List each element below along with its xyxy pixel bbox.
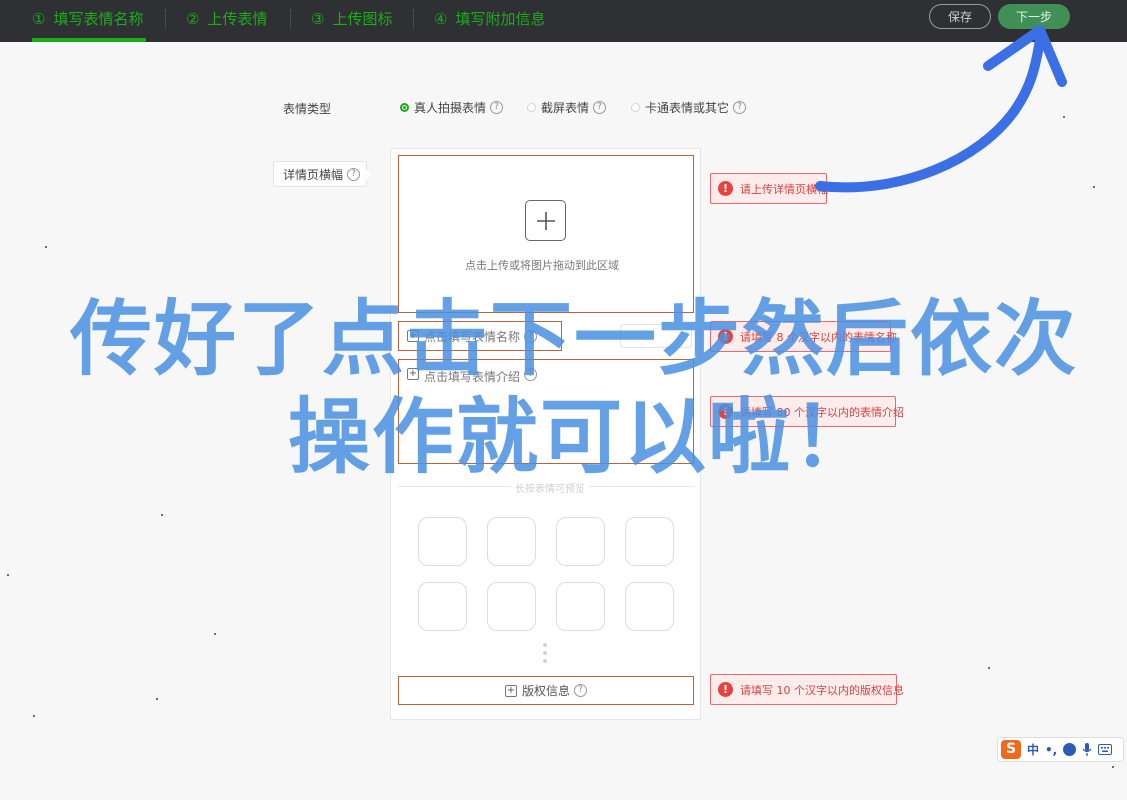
upload-hint: 点击上传或将图片拖动到此区域 bbox=[465, 259, 619, 272]
sticker-placeholder bbox=[625, 582, 674, 631]
speck bbox=[1093, 186, 1095, 188]
plus-icon bbox=[536, 211, 555, 230]
more-dots-icon bbox=[543, 643, 547, 663]
ime-mode[interactable]: 中 bbox=[1027, 741, 1039, 758]
radio-dot bbox=[400, 103, 409, 112]
radio-screenshot[interactable]: 截屏表情 ? bbox=[527, 99, 607, 116]
sticker-placeholder bbox=[487, 582, 536, 631]
radio-real-person[interactable]: 真人拍摄表情 ? bbox=[400, 99, 504, 116]
keyboard-icon[interactable] bbox=[1098, 744, 1113, 755]
step-upload-icon[interactable]: ③ 上传图标 bbox=[311, 0, 392, 42]
speck bbox=[7, 574, 9, 576]
next-step-button[interactable]: 下一步 bbox=[998, 4, 1070, 29]
copyright-input[interactable]: + 版权信息 ? bbox=[398, 676, 694, 705]
add-icon[interactable] bbox=[525, 200, 566, 241]
overlay-text-line2: 操作就可以啦！ bbox=[288, 390, 877, 485]
sticker-placeholder bbox=[556, 517, 605, 566]
step-separator bbox=[290, 9, 291, 29]
sticker-placeholder bbox=[487, 517, 536, 566]
plus-square-icon: + bbox=[504, 684, 517, 697]
help-icon[interactable]: ? bbox=[490, 101, 504, 114]
microphone-icon[interactable] bbox=[1082, 743, 1092, 756]
speck bbox=[988, 667, 990, 669]
radio-dot bbox=[527, 103, 536, 112]
radio-cartoon[interactable]: 卡通表情或其它 ? bbox=[631, 99, 747, 116]
speck bbox=[161, 514, 163, 516]
sogou-logo-icon: S bbox=[1001, 740, 1021, 759]
ime-toolbar[interactable]: S 中 •, bbox=[997, 737, 1124, 762]
step-extra-info[interactable]: ④ 填写附加信息 bbox=[434, 0, 545, 42]
sticker-type-label: 表情类型 bbox=[283, 102, 332, 116]
sticker-placeholder bbox=[418, 517, 467, 566]
emoji-icon[interactable] bbox=[1063, 743, 1077, 756]
error-icon: ! bbox=[718, 682, 733, 697]
speck bbox=[214, 633, 216, 635]
sticker-placeholder bbox=[418, 582, 467, 631]
top-bar: ① 填写表情名称 ② 上传表情 ③ 上传图标 ④ 填写附加信息 保存 下一步 bbox=[0, 0, 1127, 42]
radio-dot bbox=[631, 103, 640, 112]
help-icon[interactable]: ? bbox=[593, 101, 607, 114]
speck bbox=[1112, 766, 1114, 768]
error-copyright: ! 请填写 10 个汉字以内的版权信息 bbox=[710, 674, 904, 705]
speck bbox=[45, 246, 47, 248]
sticker-placeholder bbox=[625, 517, 674, 566]
speck bbox=[1063, 116, 1065, 118]
step-separator bbox=[413, 9, 414, 29]
ime-punct[interactable]: •, bbox=[1045, 743, 1057, 757]
step-fill-name[interactable]: ① 填写表情名称 bbox=[32, 0, 146, 42]
error-banner: ! 请上传详情页横幅 bbox=[710, 173, 828, 204]
help-icon[interactable]: ? bbox=[347, 167, 361, 181]
help-icon[interactable]: ? bbox=[574, 684, 587, 697]
speck bbox=[33, 715, 35, 717]
banner-label: 详情页横幅 ? bbox=[273, 161, 372, 187]
help-icon[interactable]: ? bbox=[733, 101, 747, 114]
step-separator bbox=[165, 9, 166, 29]
speck bbox=[156, 698, 158, 700]
sticker-placeholder bbox=[556, 582, 605, 631]
step-upload-stickers[interactable]: ② 上传表情 bbox=[186, 0, 267, 42]
error-icon: ! bbox=[718, 181, 733, 196]
save-button[interactable]: 保存 bbox=[929, 4, 991, 29]
